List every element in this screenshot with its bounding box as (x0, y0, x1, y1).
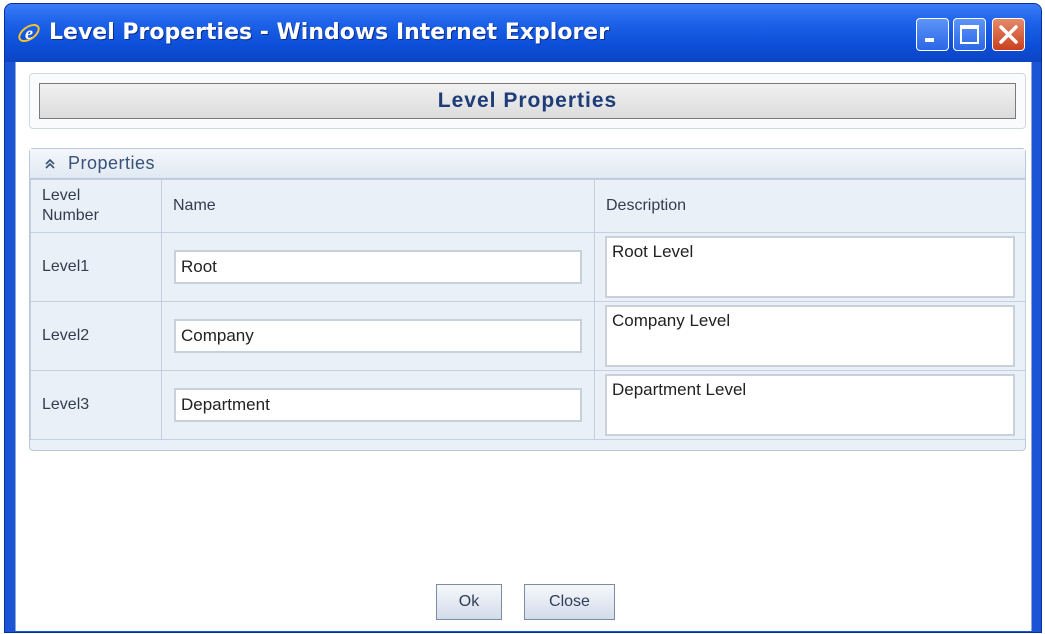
column-header-name: Name (161, 179, 595, 233)
header-container: Level Properties (29, 73, 1026, 129)
level-number-cell: Level1 (30, 232, 162, 302)
table-row: Level2 Company Level (30, 301, 1026, 371)
description-cell: Root Level (594, 232, 1026, 302)
page-title: Level Properties (437, 89, 618, 112)
level-number: Level2 (42, 327, 90, 344)
svg-text:e: e (25, 23, 33, 43)
collapse-icon[interactable] (42, 156, 58, 172)
maximize-icon (960, 25, 979, 44)
level-name-input[interactable] (174, 250, 582, 284)
ok-button[interactable]: Ok (436, 584, 502, 620)
column-header-description: Description (594, 179, 1026, 233)
ie-icon: e (18, 23, 40, 43)
table-row: Level3 Department Level (30, 370, 1026, 440)
browser-window: e Level Properties - Windows Internet Ex… (4, 3, 1042, 633)
properties-title: Properties (68, 153, 156, 173)
level-description-textarea[interactable]: Company Level (605, 305, 1015, 367)
level-number-cell: Level2 (30, 301, 162, 371)
levels-table: Level Number Name Description Level1 Roo… (30, 179, 1026, 440)
minimize-button[interactable] (916, 18, 949, 51)
name-cell (161, 370, 595, 440)
description-cell: Company Level (594, 301, 1026, 371)
maximize-button[interactable] (953, 18, 986, 51)
description-cell: Department Level (594, 370, 1026, 440)
properties-header[interactable]: Properties (30, 149, 1025, 179)
column-header-label: Level Number (42, 187, 99, 224)
dialog-content: Level Properties Properties Level Number… (15, 62, 1032, 631)
level-number: Level3 (42, 396, 90, 413)
level-number-cell: Level3 (30, 370, 162, 440)
level-name-input[interactable] (174, 388, 582, 422)
level-name-input[interactable] (174, 319, 582, 353)
close-icon (999, 25, 1018, 44)
close-window-button[interactable] (992, 18, 1025, 51)
column-header-label: Name (173, 197, 216, 214)
close-button[interactable]: Close (524, 584, 615, 620)
column-header-level-number: Level Number (30, 179, 162, 233)
table-header-row: Level Number Name Description (30, 179, 1026, 233)
minimize-icon (925, 38, 934, 42)
name-cell (161, 301, 595, 371)
table-row: Level1 Root Level (30, 232, 1026, 302)
column-header-label: Description (606, 197, 687, 214)
properties-panel: Properties Level Number Name Description… (29, 148, 1026, 451)
name-cell (161, 232, 595, 302)
level-description-textarea[interactable]: Root Level (605, 236, 1015, 298)
header-bar: Level Properties (39, 83, 1016, 119)
window-title: Level Properties - Windows Internet Expl… (49, 20, 610, 45)
level-number: Level1 (42, 258, 90, 275)
level-description-textarea[interactable]: Department Level (605, 374, 1015, 436)
title-bar[interactable]: e Level Properties - Windows Internet Ex… (5, 4, 1041, 62)
